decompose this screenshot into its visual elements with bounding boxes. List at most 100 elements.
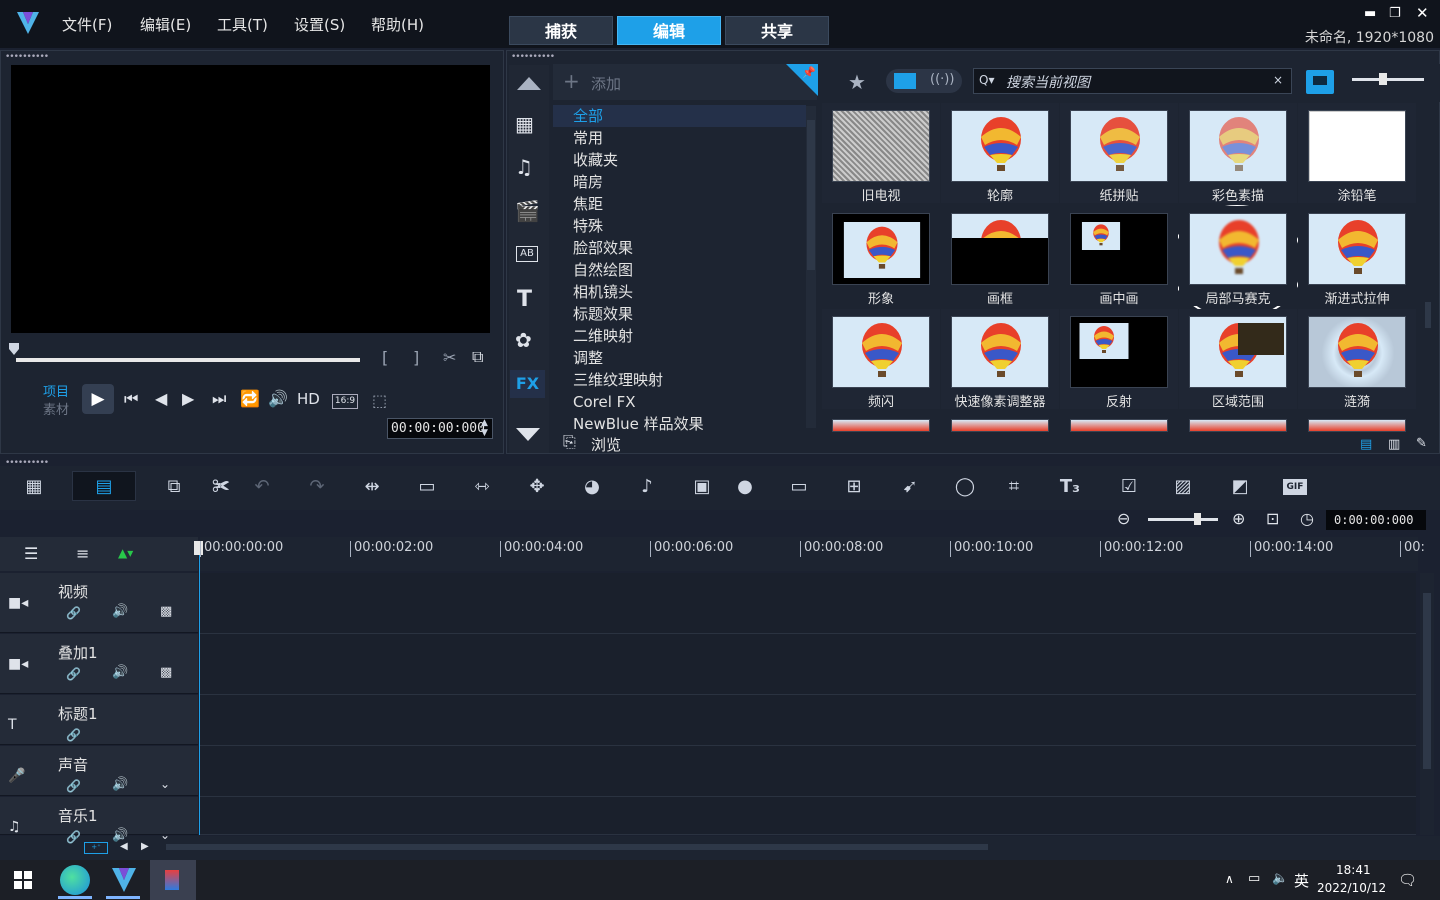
edge-browser-icon[interactable]: [60, 865, 90, 895]
project-mode-label[interactable]: 项目: [43, 381, 69, 400]
effect-tile[interactable]: 旧电视: [822, 103, 940, 204]
ime-indicator[interactable]: 英: [1294, 870, 1309, 891]
category-item[interactable]: 常用: [573, 127, 603, 149]
time-remap-icon[interactable]: ▨: [1170, 475, 1196, 499]
effect-thumbnail-partial[interactable]: [951, 419, 1049, 432]
storyboard-view-icon[interactable]: ▦: [21, 475, 47, 499]
end-icon[interactable]: ⏭: [212, 391, 226, 407]
effect-tile[interactable]: 区域范围: [1179, 309, 1297, 410]
zoom-slider[interactable]: [1148, 518, 1218, 521]
effect-tile[interactable]: 涟漪: [1298, 309, 1416, 410]
thumbnail-size-slider[interactable]: [1352, 78, 1424, 81]
track-lane[interactable]: [200, 695, 1416, 746]
graphics-icon[interactable]: ✿: [515, 330, 532, 350]
tab-share[interactable]: 共享: [725, 16, 829, 45]
menu-tools[interactable]: 工具(T): [217, 14, 268, 35]
home-icon[interactable]: ⏮: [124, 391, 138, 407]
browse-button[interactable]: 浏览: [591, 434, 621, 455]
panel-grip[interactable]: ••••••••••: [5, 53, 49, 62]
screenshot-tool-taskbar-icon[interactable]: [150, 860, 196, 900]
track-lane[interactable]: [200, 746, 1416, 797]
repeat-icon[interactable]: 🔁: [240, 391, 260, 407]
effect-tile[interactable]: 涂铅笔: [1298, 103, 1416, 204]
videostudio-taskbar-icon[interactable]: [110, 865, 138, 893]
link-icon[interactable]: 🔗: [66, 727, 81, 743]
effects-scrollbar[interactable]: [1423, 106, 1433, 432]
mark-out-icon[interactable]: ]: [413, 350, 419, 366]
track-expand-icon[interactable]: ⌄: [160, 827, 170, 843]
zoom-out-icon[interactable]: ⊖: [1117, 511, 1130, 527]
speaker-icon[interactable]: 🔈: [1272, 871, 1288, 886]
crop-dropdown-icon[interactable]: ⬚: [372, 393, 387, 409]
category-item[interactable]: 脸部效果: [573, 237, 633, 259]
scroll-up-icon[interactable]: [517, 77, 541, 90]
link-icon[interactable]: 🔗: [66, 666, 81, 682]
redo-icon[interactable]: ↷: [304, 475, 330, 499]
menu-edit[interactable]: 编辑(E): [140, 14, 191, 35]
scroll-down-icon[interactable]: [516, 428, 540, 441]
track-lane[interactable]: [200, 634, 1416, 695]
track-lane[interactable]: [200, 573, 1416, 634]
timeline-hscroll-thumb[interactable]: [166, 844, 988, 850]
mark-in-icon[interactable]: [: [382, 350, 388, 366]
effect-thumbnail-partial[interactable]: [832, 419, 930, 432]
track-volume-icon[interactable]: 🔊: [112, 604, 128, 620]
timeline-vscroll[interactable]: [1420, 573, 1434, 835]
effect-tile[interactable]: 画中画: [1060, 206, 1178, 307]
category-item[interactable]: 相机镜头: [573, 281, 633, 303]
slider-thumb[interactable]: [1379, 73, 1387, 85]
app-logo[interactable]: [14, 8, 42, 36]
category-item[interactable]: 二维映射: [573, 325, 633, 347]
effect-tile[interactable]: 画框: [941, 206, 1059, 307]
effect-thumbnail-partial[interactable]: [1189, 419, 1287, 432]
clock-time[interactable]: 18:41: [1336, 863, 1371, 877]
title-t-icon[interactable]: T: [8, 717, 17, 733]
link-icon[interactable]: 🔗: [66, 605, 81, 621]
link-icon[interactable]: 🔗: [66, 778, 81, 794]
pan-zoom-icon[interactable]: ✥: [524, 475, 550, 499]
blend-icon[interactable]: ●: [732, 475, 758, 499]
multicam-icon[interactable]: ▣: [689, 475, 715, 499]
title-icon[interactable]: T: [517, 287, 532, 312]
motion-tracking-icon[interactable]: ➹: [897, 475, 923, 499]
clear-search-icon[interactable]: ×: [1273, 73, 1283, 87]
effect-tile[interactable]: 彩色素描: [1179, 103, 1297, 204]
track-header[interactable]: [0, 573, 198, 633]
toolbox-icon[interactable]: ✀: [208, 475, 234, 499]
search-input[interactable]: 搜索当前视图: [1006, 72, 1090, 92]
link-icon[interactable]: 🔗: [66, 829, 81, 845]
ripple-edit-icon[interactable]: ▲▾: [118, 546, 133, 560]
add-folder-button[interactable]: 添加: [591, 73, 621, 94]
microphone-icon[interactable]: 🎤: [8, 768, 25, 784]
sort-icon[interactable]: ▥: [1388, 437, 1400, 452]
close-icon[interactable]: ✕: [1416, 4, 1429, 22]
subtitle-icon[interactable]: ▭: [786, 475, 812, 499]
play-button[interactable]: ▶: [82, 384, 114, 414]
audio-icon[interactable]: ♫: [515, 157, 533, 177]
category-item[interactable]: 三维纹理映射: [573, 369, 663, 391]
effect-tile[interactable]: 形象: [822, 206, 940, 307]
thumbnail-view-button[interactable]: [1306, 70, 1334, 94]
audio-ducking-icon[interactable]: ♪: [634, 475, 660, 499]
aspect-ratio-dropdown[interactable]: 16:9: [332, 394, 358, 409]
add-icon[interactable]: +: [563, 69, 580, 93]
tray-chevron-icon[interactable]: ∧: [1225, 872, 1234, 886]
3d-title-icon[interactable]: T₃: [1055, 475, 1085, 499]
mask-creator-icon[interactable]: ◯: [952, 475, 978, 499]
fit-project-icon[interactable]: ⊡: [1266, 511, 1279, 527]
next-frame-icon[interactable]: ▶: [182, 391, 194, 407]
category-item[interactable]: 标题效果: [573, 303, 633, 325]
tab-edit[interactable]: 编辑: [617, 16, 721, 45]
split-screen-icon[interactable]: ⇿: [469, 475, 495, 499]
category-item[interactable]: 自然绘图: [573, 259, 633, 281]
face-index-icon[interactable]: ⌗: [1001, 475, 1027, 499]
effect-tile[interactable]: 频闪: [822, 309, 940, 410]
menu-file[interactable]: 文件(F): [62, 14, 112, 35]
library-manager-icon[interactable]: ▤: [1360, 437, 1372, 452]
effect-tile[interactable]: 渐进式拉伸: [1298, 206, 1416, 307]
favorite-star-icon[interactable]: ★: [848, 70, 866, 94]
track-opacity-icon[interactable]: ▩: [160, 604, 172, 620]
instant-project-icon[interactable]: 🎬: [515, 201, 540, 221]
scroll-right-icon[interactable]: ▶: [141, 841, 149, 852]
category-scrollbar[interactable]: [806, 106, 816, 428]
